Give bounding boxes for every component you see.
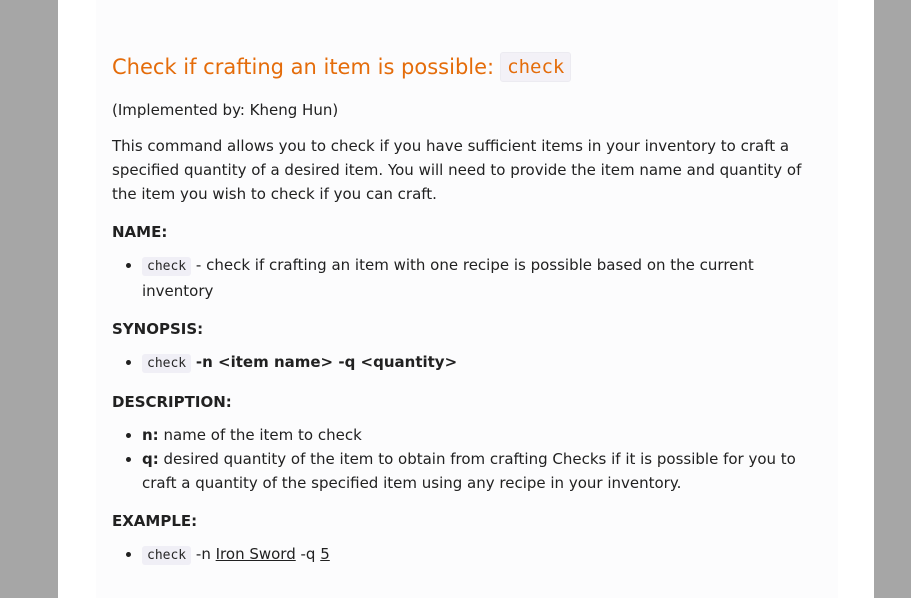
description-item-q: q: desired quantity of the item to obtai… [142,447,824,495]
doc-card: Check if crafting an item is possible: c… [96,0,838,598]
description-label: DESCRIPTION: [112,393,232,411]
flag-n: n: [142,426,159,444]
name-code: check [142,257,192,276]
example-item-name: Iron Sword [215,545,296,563]
name-text: - check if crafting an item with one rec… [142,256,754,300]
heading-text: Check if crafting an item is possible: [112,55,495,79]
synopsis-label: SYNOPSIS: [112,320,204,338]
example-list: check -n Iron Sword -q 5 [112,542,824,568]
synopsis-args: -n <item name> -q <quantity> [195,353,458,371]
example-label: EXAMPLE: [112,512,198,530]
synopsis-code: check [142,354,192,373]
command-description: This command allows you to check if you … [112,137,802,203]
synopsis-list: check -n <item name> -q <quantity> [112,350,824,376]
flag-n-text: name of the item to check [163,426,362,444]
name-item: check - check if crafting an item with o… [142,253,824,303]
flag-q: q: [142,450,159,468]
implemented-by: (Implemented by: Kheng Hun) [112,101,339,119]
name-label: NAME: [112,223,168,241]
name-list: check - check if crafting an item with o… [112,253,824,303]
doc-content: Check if crafting an item is possible: c… [112,52,824,568]
page: Check if crafting an item is possible: c… [58,0,874,598]
description-item-n: n: name of the item to check [142,423,824,447]
example-flag-q: -q [300,545,316,563]
section-heading: Check if crafting an item is possible: c… [112,52,824,82]
heading-command-code: check [500,52,572,82]
synopsis-item: check -n <item name> -q <quantity> [142,350,824,376]
example-code: check [142,546,192,565]
description-list: n: name of the item to check q: desired … [112,423,824,495]
flag-q-text: desired quantity of the item to obtain f… [142,450,796,492]
example-flag-n: -n [195,545,211,563]
example-quantity: 5 [320,545,330,563]
example-item: check -n Iron Sword -q 5 [142,542,824,568]
